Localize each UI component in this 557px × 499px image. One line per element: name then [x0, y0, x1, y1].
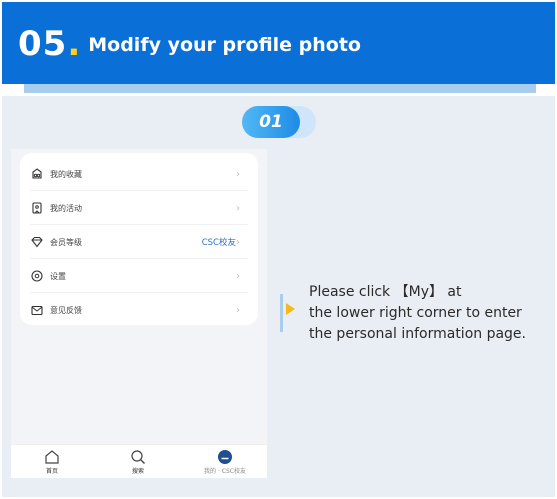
callout-bar	[280, 294, 283, 332]
home-icon	[45, 450, 59, 464]
menu-label: 我的收藏	[50, 169, 82, 179]
search-icon	[131, 450, 145, 464]
bottom-tab-bar: 首页 搜索 我的 · CSC校友	[11, 444, 267, 478]
diamond-icon	[31, 236, 43, 248]
header-banner: 05. Modify your profile photo	[2, 2, 555, 84]
membership-value: CSC校友	[201, 238, 236, 248]
settings-icon	[31, 270, 43, 282]
header-underline	[24, 84, 536, 93]
menu-item-settings[interactable]: 设置 ›	[20, 259, 258, 293]
pointer-triangle-icon	[286, 303, 295, 315]
page-title: 05. Modify your profile photo	[18, 24, 361, 64]
chevron-right-icon: ›	[236, 236, 240, 248]
title-text: Modify your profile photo	[88, 34, 361, 56]
favorites-icon	[32, 168, 42, 179]
instruction-line: Please click 【My】 at	[309, 284, 462, 300]
tab-search[interactable]: 搜索	[108, 447, 168, 478]
step-number: 05	[18, 24, 68, 64]
menu-item-feedback[interactable]: 意见反馈 ›	[20, 293, 258, 327]
instruction-text: Please click 【My】 at the lower right cor…	[309, 282, 554, 345]
tab-label: 首页	[45, 468, 58, 475]
step-dot: .	[67, 24, 81, 64]
menu-item-membership[interactable]: 会员等级 CSC校友 ›	[20, 225, 258, 259]
step-badge-label: 01	[242, 106, 300, 138]
menu-label: 我的活动	[50, 203, 82, 213]
phone-screenshot: 我的收藏 › 我的活动 › 会员等级 CSC校友 › 设置 › 意见反馈 › 首…	[11, 149, 267, 478]
menu-label: 设置	[50, 271, 66, 281]
instruction-line: the lower right corner to enter	[309, 305, 522, 321]
menu-item-activities[interactable]: 我的活动 ›	[20, 191, 258, 225]
menu-card: 我的收藏 › 我的活动 › 会员等级 CSC校友 › 设置 › 意见反馈 ›	[20, 153, 258, 325]
instruction-line: the personal information page.	[309, 326, 526, 342]
profile-icon	[218, 450, 232, 464]
chevron-right-icon: ›	[236, 202, 240, 214]
menu-item-favorites[interactable]: 我的收藏 ›	[20, 157, 258, 191]
activity-icon	[32, 202, 42, 214]
chevron-right-icon: ›	[236, 270, 240, 282]
feedback-icon	[31, 305, 43, 316]
step-badge: 01	[242, 106, 316, 138]
menu-label: 会员等级	[50, 237, 82, 247]
chevron-right-icon: ›	[236, 168, 240, 180]
tab-home[interactable]: 首页	[22, 447, 82, 478]
tab-my[interactable]: 我的 · CSC校友	[195, 447, 255, 478]
tab-label: 我的 · CSC校友	[204, 468, 246, 475]
tab-label: 搜索	[131, 468, 144, 475]
menu-label: 意见反馈	[50, 305, 82, 315]
chevron-right-icon: ›	[236, 304, 240, 316]
